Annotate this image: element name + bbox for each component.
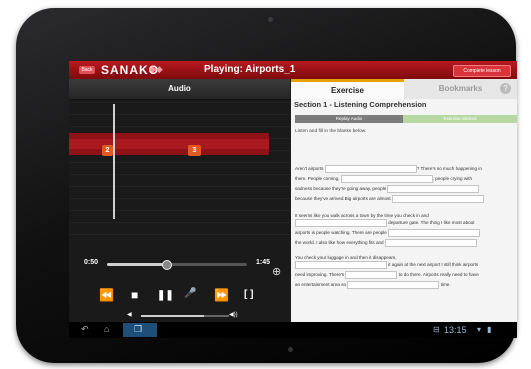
- volume-low-icon[interactable]: ◀: [127, 311, 132, 318]
- exercise-line: it again at the next airport I still thi…: [295, 261, 478, 269]
- blank-input[interactable]: [384, 239, 477, 247]
- time-bar: 0:50 1:45: [69, 256, 290, 272]
- back-button[interactable]: Back: [79, 66, 95, 74]
- line-text: airports is people watching. There are p…: [295, 230, 387, 236]
- record-icon[interactable]: 🎤: [184, 288, 196, 299]
- bookmark-marker[interactable]: 2: [102, 145, 113, 156]
- total-time: 1:45: [256, 259, 271, 266]
- current-time: 0:50: [84, 259, 99, 266]
- app-topbar: Back SANAKO ◆◆ Playing: Airports_1 Compl…: [69, 61, 517, 79]
- exercise-line: them. People coming, , people crying wit…: [295, 175, 472, 183]
- line-text: it again at the next airport I still thi…: [388, 262, 479, 268]
- pause-icon[interactable]: ❚❚: [157, 290, 174, 301]
- exercise-line: Aren't airports ? There's so much happen…: [295, 165, 482, 173]
- home-sensor: [288, 347, 293, 352]
- blank-input[interactable]: [324, 165, 417, 173]
- waveform-area[interactable]: [69, 100, 290, 235]
- line-text: need improving. There's: [295, 272, 345, 278]
- system-navbar: ↶ ⌂ ❐ ⊟ 13:15 ▾ ▮: [69, 322, 517, 338]
- blank-input[interactable]: [345, 271, 398, 279]
- exercise-line: You check your luggage in and then it di…: [295, 255, 396, 260]
- camera: [268, 17, 273, 22]
- exercise-line: It seems like you walk across a town by …: [295, 213, 429, 218]
- status-clock: 13:15: [444, 325, 467, 335]
- line-text: It seems like you walk across a town by …: [295, 213, 429, 218]
- page-title: Playing: Airports_1: [204, 64, 296, 75]
- line-text: to do there. Airports really need to hav…: [398, 272, 479, 278]
- back-icon[interactable]: ↶: [81, 324, 89, 335]
- line-text: You check your luggage in and then it di…: [295, 255, 397, 260]
- exercise-line: departure gate. The thing I like most ab…: [295, 219, 475, 227]
- exercise-line: the world. I also like how everything fi…: [295, 239, 477, 247]
- instructions: Listen and fill in the blanks below.: [295, 129, 367, 134]
- section-title: Section 1 - Listening Comprehension: [294, 100, 427, 109]
- line-text: an entertainment area so: [295, 282, 347, 288]
- playback-controls: ⏪ ■ ❚❚ 🎤 ⏩ [ ]: [69, 285, 290, 309]
- home-icon[interactable]: ⌂: [104, 324, 109, 334]
- volume-slider[interactable]: [141, 315, 229, 317]
- line-text: because they've arrived.Big airports are…: [295, 196, 391, 202]
- exercise-line: sadness because they're going away, peop…: [295, 185, 480, 193]
- volume-row: ◀ ◀)): [69, 311, 290, 321]
- logo-mark-icon: ◆◆: [149, 64, 163, 74]
- volume-high-icon[interactable]: ◀)): [229, 311, 238, 318]
- exercise-started-status: Exercise Started: [403, 115, 517, 123]
- screen: Back SANAKO ◆◆ Playing: Airports_1 Compl…: [69, 61, 517, 338]
- replay-audio-button[interactable]: Replay Audio: [295, 115, 403, 123]
- tablet-frame: Back SANAKO ◆◆ Playing: Airports_1 Compl…: [16, 8, 517, 363]
- seek-knob[interactable]: [161, 260, 172, 270]
- seek-progress: [107, 263, 166, 266]
- stop-icon[interactable]: ■: [131, 288, 138, 302]
- forward-icon[interactable]: ⏩: [214, 288, 229, 302]
- tab-exercise[interactable]: Exercise: [291, 79, 404, 99]
- exercise-line: airports is people watching. There are p…: [295, 229, 481, 237]
- exercise-line: an entertainment area so time.: [295, 281, 451, 289]
- blank-input[interactable]: [391, 195, 484, 203]
- line-text: Aren't airports: [295, 166, 324, 172]
- line-text: departure gate. The thing I like most ab…: [388, 220, 475, 226]
- bookmark-marker[interactable]: 3: [188, 145, 201, 156]
- line-text: them. People coming,: [295, 176, 340, 182]
- playhead[interactable]: [113, 104, 115, 219]
- exercise-actions: Replay Audio Exercise Started: [295, 115, 517, 123]
- battery-icon: ▮: [487, 325, 492, 334]
- wifi-icon: ▾: [477, 325, 482, 334]
- line-text: sadness because they're going away, peop…: [295, 186, 387, 192]
- notification-icon: ⊟: [433, 325, 440, 334]
- complete-lesson-button[interactable]: Complete lesson: [453, 65, 511, 77]
- line-text: ? There's so much happening in: [416, 166, 482, 172]
- segment-band-inner: [69, 139, 269, 149]
- volume-level: [141, 315, 205, 317]
- fullscreen-icon[interactable]: [ ]: [244, 289, 253, 300]
- blank-input[interactable]: [387, 185, 480, 193]
- blank-input[interactable]: [295, 219, 387, 227]
- audio-title: Audio: [168, 84, 191, 93]
- seek-track[interactable]: [107, 260, 247, 270]
- help-icon[interactable]: ?: [500, 83, 511, 94]
- blank-input[interactable]: [347, 281, 440, 289]
- exercise-panel: Exercise Bookmarks ? Section 1 - Listeni…: [291, 79, 517, 322]
- panel-tabs: Exercise Bookmarks ?: [291, 79, 517, 99]
- blank-input[interactable]: [388, 229, 481, 237]
- exercise-line: because they've arrived.Big airports are…: [295, 195, 484, 203]
- rewind-icon[interactable]: ⏪: [99, 288, 114, 302]
- line-text: , people crying with: [432, 176, 473, 182]
- audio-header: Audio: [69, 79, 290, 100]
- recents-icon[interactable]: ❐: [134, 324, 142, 335]
- line-text: the world. I also like how everything fi…: [295, 240, 384, 246]
- exercise-line: need improving. There's to do there. Air…: [295, 271, 479, 279]
- blank-input[interactable]: [295, 261, 387, 269]
- audio-panel: Audio 2 3 ⊕ 0:50 1:45 ⏪ ■ ❚❚ 🎤 ⏩ [] ◀ ◀…: [69, 79, 290, 322]
- blank-input[interactable]: [340, 175, 433, 183]
- line-text: time.: [440, 282, 451, 288]
